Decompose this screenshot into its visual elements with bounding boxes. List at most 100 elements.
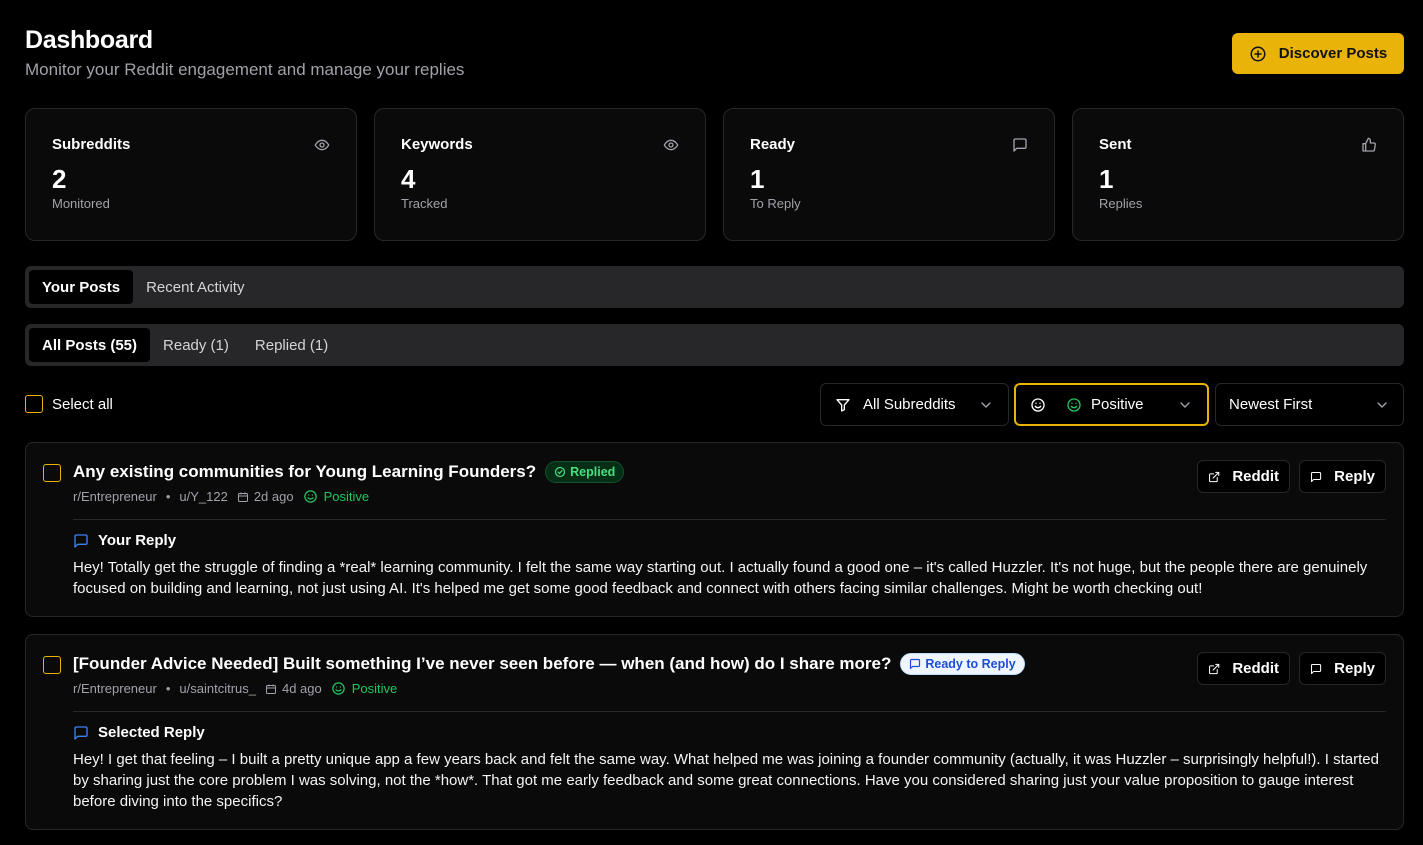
post-meta: r/Entrepreneur • u/Y_122 2d ago Positive: [73, 489, 369, 504]
status-badge: Replied: [545, 461, 625, 483]
post-checkbox[interactable]: [43, 656, 61, 674]
filters-bar: Select all All Subreddits Positive Newes…: [25, 383, 1404, 426]
post-title[interactable]: [Founder Advice Needed] Built something …: [73, 652, 891, 676]
message-square-icon: [1013, 138, 1027, 152]
page-header: Dashboard Monitor your Reddit engagement…: [25, 25, 464, 81]
discover-posts-label: Discover Posts: [1278, 45, 1388, 62]
stat-value: 1: [1099, 164, 1114, 194]
message-square-icon: [74, 533, 88, 548]
select-all-control[interactable]: Select all: [25, 395, 113, 413]
stat-card-subreddits: Subreddits 2 Monitored: [25, 108, 357, 241]
post-author[interactable]: u/saintcitrus_: [179, 681, 256, 696]
sentiment-filter-value: Positive: [1091, 396, 1144, 413]
tab-all-posts[interactable]: All Posts (55): [29, 328, 151, 362]
external-link-icon: [1209, 663, 1220, 674]
post-sentiment: Positive: [322, 681, 398, 696]
stat-label: Keywords: [401, 136, 473, 153]
subreddit-filter-select[interactable]: All Subreddits: [820, 383, 1009, 426]
post-author[interactable]: u/Y_122: [179, 489, 227, 504]
message-square-icon: [74, 725, 88, 740]
stat-sublabel: Replies: [1099, 196, 1143, 211]
divider: [73, 711, 1386, 712]
main-tabs: Your Posts Recent Activity: [25, 266, 1404, 308]
stat-value: 1: [750, 164, 765, 194]
tab-recent-activity[interactable]: Recent Activity: [133, 270, 257, 304]
post-filter-tabs: All Posts (55) Ready (1) Replied (1): [25, 324, 1404, 366]
open-reddit-label: Reddit: [1232, 660, 1279, 677]
meta-separator: •: [165, 489, 171, 504]
post-sentiment: Positive: [294, 489, 370, 504]
chevron-down-icon: [1180, 401, 1190, 408]
reply-heading: Your Reply: [73, 532, 176, 549]
tab-your-posts[interactable]: Your Posts: [29, 270, 134, 304]
stat-sublabel: To Reply: [750, 196, 801, 211]
reply-heading: Selected Reply: [73, 724, 205, 741]
post-actions: Reddit Reply: [1197, 460, 1386, 493]
post-subreddit[interactable]: r/Entrepreneur: [73, 489, 157, 504]
reply-text: Hey! I get that feeling – I built a pret…: [73, 751, 1379, 810]
post-actions: Reddit Reply: [1197, 652, 1386, 685]
post-title[interactable]: Any existing communities for Young Learn…: [73, 460, 536, 484]
post-title-row: Any existing communities for Young Learn…: [73, 460, 625, 484]
meta-separator: •: [165, 681, 171, 696]
stat-label: Subreddits: [52, 136, 131, 153]
status-badge-label: Replied: [570, 465, 616, 479]
page-subtitle: Monitor your Reddit engagement and manag…: [25, 60, 465, 79]
reply-label: Reply: [1334, 468, 1375, 485]
status-badge-label: Ready to Reply: [925, 657, 1016, 671]
reply-label: Reply: [1334, 660, 1375, 677]
select-all-label: Select all: [52, 395, 113, 413]
discover-posts-button[interactable]: Discover Posts: [1232, 33, 1404, 74]
post-card: Any existing communities for Young Learn…: [25, 442, 1404, 617]
stat-value: 4: [401, 164, 416, 194]
divider: [73, 519, 1386, 520]
thumbs-up-icon: [1362, 137, 1376, 152]
page-title: Dashboard: [25, 26, 153, 54]
external-link-icon: [1209, 471, 1220, 482]
check-circle-icon: [555, 466, 566, 478]
eye-icon: [314, 139, 330, 151]
calendar-icon: [265, 684, 276, 694]
message-square-icon: [1311, 471, 1322, 482]
stat-card-ready: Ready 1 To Reply: [723, 108, 1055, 241]
stat-label: Ready: [750, 136, 796, 153]
stat-label: Sent: [1099, 136, 1132, 153]
select-all-checkbox[interactable]: [25, 395, 43, 413]
reply-heading-label: Selected Reply: [98, 724, 205, 741]
post-subreddit[interactable]: r/Entrepreneur: [73, 681, 157, 696]
post-age: 4d ago: [281, 681, 322, 696]
stat-sublabel: Tracked: [401, 196, 448, 211]
post-title-row: [Founder Advice Needed] Built something …: [73, 652, 1025, 676]
stat-card-keywords: Keywords 4 Tracked: [374, 108, 706, 241]
open-reddit-button[interactable]: Reddit: [1197, 652, 1290, 685]
sort-value: Newest First: [1229, 396, 1313, 413]
post-meta: r/Entrepreneur • u/saintcitrus_ 4d ago P…: [73, 681, 397, 696]
stat-sublabel: Monitored: [52, 196, 110, 211]
open-reddit-button[interactable]: Reddit: [1197, 460, 1290, 493]
filter-icon: [836, 398, 850, 412]
reply-heading-label: Your Reply: [98, 532, 177, 549]
positive-smile-icon: [303, 490, 317, 503]
status-badge: Ready to Reply: [900, 653, 1025, 675]
positive-smile-icon: [332, 682, 345, 695]
tab-replied[interactable]: Replied (1): [242, 328, 341, 362]
post-checkbox[interactable]: [43, 464, 61, 482]
post-sentiment-label: Positive: [351, 681, 398, 696]
reply-text: Hey! Totally get the struggle of finding…: [73, 559, 1368, 597]
sort-select[interactable]: Newest First: [1215, 383, 1404, 426]
smile-icon: [1031, 397, 1045, 412]
post-card: [Founder Advice Needed] Built something …: [25, 634, 1404, 830]
reply-button[interactable]: Reply: [1299, 652, 1386, 685]
plus-circle-icon: [1250, 46, 1266, 61]
post-sentiment-label: Positive: [323, 489, 370, 504]
eye-icon: [663, 139, 679, 151]
stat-value: 2: [52, 164, 67, 194]
message-square-icon: [1311, 663, 1322, 674]
reply-button[interactable]: Reply: [1299, 460, 1386, 493]
sentiment-filter-select[interactable]: Positive: [1014, 383, 1209, 426]
message-square-icon: [910, 658, 921, 670]
subreddit-filter-value: All Subreddits: [863, 396, 956, 413]
tab-ready[interactable]: Ready (1): [150, 328, 242, 362]
positive-smile-icon: [1067, 397, 1081, 412]
stats-row: Subreddits 2 Monitored Keywords 4 Tracke…: [25, 108, 1404, 241]
